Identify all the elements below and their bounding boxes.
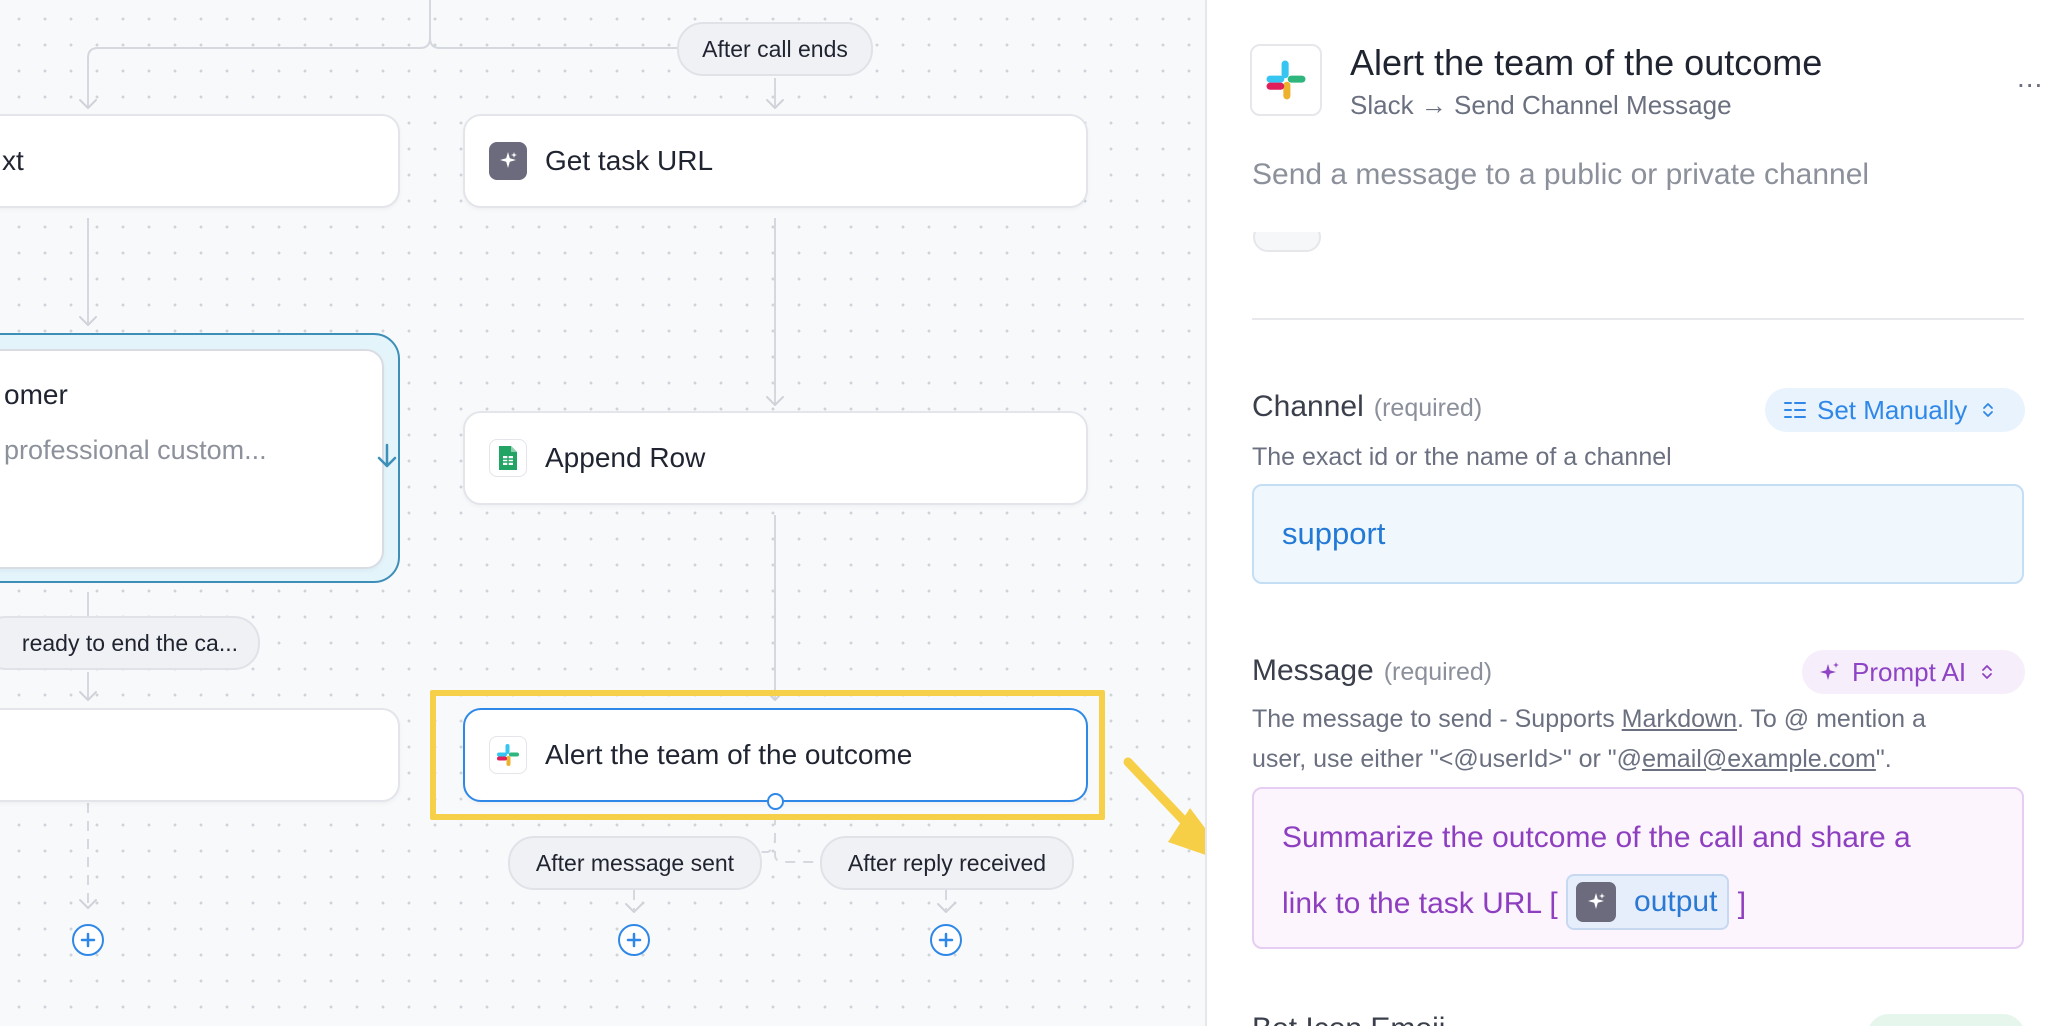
add-step-button[interactable]: [72, 924, 104, 956]
toggle-switch[interactable]: [1253, 232, 1321, 252]
pill-text: After reply received: [847, 849, 1047, 876]
sparkle-icon: [1820, 662, 1839, 680]
node-left-top[interactable]: xt: [0, 114, 400, 208]
node-customer-loop-container[interactable]: omer professional custom...: [0, 333, 400, 583]
loop-arrow-icon: [374, 441, 400, 476]
email-example-link[interactable]: email@example.com: [1642, 745, 1876, 773]
node-title: omer: [4, 379, 68, 410]
help-text: ".: [1875, 745, 1892, 773]
divider: [1252, 318, 2024, 320]
message-input[interactable]: Summarize the outcome of the call and sh…: [1252, 787, 2024, 949]
step-config-panel: Alert the team of the outcome Slack → Se…: [1205, 0, 2062, 1026]
message-text-line: link to the task URL [: [1282, 887, 1558, 920]
node-left-bottom[interactable]: [0, 708, 400, 802]
callout-arrow: [1123, 757, 1205, 855]
slack-icon: [1266, 60, 1306, 100]
plus-icon: [626, 932, 642, 948]
channel-mode-select[interactable]: Set Manually: [1765, 388, 2025, 432]
channel-required: (required): [1373, 394, 1483, 422]
channel-label: Channel: [1252, 390, 1364, 423]
output-handle[interactable]: [767, 793, 784, 810]
list-icon: [1784, 402, 1806, 418]
branch-label-after-call-ends[interactable]: After call ends: [677, 22, 873, 76]
variable-token[interactable]: output: [1566, 874, 1730, 931]
app-logo: [1250, 44, 1322, 116]
channel-value: support: [1282, 516, 1386, 551]
message-mode-label: Prompt AI: [1852, 656, 1967, 687]
branch-label-after-reply-received[interactable]: After reply received: [820, 836, 1074, 890]
panel-subtitle: Slack → Send Channel Message: [1350, 90, 1732, 120]
add-step-button[interactable]: [618, 924, 650, 956]
markdown-link[interactable]: Markdown: [1622, 705, 1737, 733]
branch-label-after-message-sent[interactable]: After message sent: [508, 836, 762, 890]
message-text-close: ]: [1737, 887, 1747, 920]
node-customer[interactable]: omer professional custom...: [0, 349, 384, 569]
add-step-button[interactable]: [930, 924, 962, 956]
google-sheets-icon: [489, 439, 527, 477]
more-options-button[interactable]: ...: [2017, 62, 2043, 94]
panel-description: Send a message to a public or private ch…: [1252, 158, 1870, 191]
bot-icon-emoji-label: Bot Icon Emoji: [1252, 1012, 1445, 1026]
node-append-row[interactable]: Append Row: [463, 411, 1088, 505]
channel-help: The exact id or the name of a channel: [1252, 443, 1672, 471]
pill-text: After message sent: [535, 849, 735, 876]
channel-input[interactable]: support: [1252, 484, 2024, 584]
message-label: Message: [1252, 654, 1374, 687]
message-label-row: Message (required): [1252, 654, 1492, 688]
panel-title: Alert the team of the outcome: [1350, 42, 1823, 83]
chevron-updown-icon: [1982, 665, 1993, 679]
node-title: Append Row: [545, 442, 706, 473]
token-label: output: [1634, 885, 1718, 919]
node-alert-team[interactable]: Alert the team of the outcome: [463, 708, 1088, 810]
sparkle-icon: [1576, 882, 1617, 923]
message-mode-select[interactable]: Prompt AI: [1802, 650, 2025, 694]
message-help: The message to send - Supports Markdown.…: [1252, 699, 2032, 779]
help-text: . To @ mention a: [1736, 705, 1926, 733]
help-text: user, use either "<@userId>" or "@: [1252, 745, 1643, 773]
node-title: xt: [2, 145, 24, 176]
message-required: (required): [1383, 658, 1493, 686]
node-description: professional custom...: [4, 435, 267, 465]
node-title: Get task URL: [545, 145, 714, 176]
node-get-task-url[interactable]: Get task URL: [463, 114, 1088, 208]
help-text: The message to send - Supports: [1252, 705, 1622, 733]
message-text-line: Summarize the outcome of the call and sh…: [1282, 821, 1911, 854]
pill-text: ready to end the ca...: [21, 629, 238, 656]
channel-mode-label: Set Manually: [1817, 394, 1968, 425]
pill-text: After call ends: [702, 35, 848, 62]
slack-icon: [489, 736, 527, 774]
channel-label-row: Channel (required): [1252, 390, 1482, 424]
plus-icon: [938, 932, 954, 948]
next-field-mode-select[interactable]: [1867, 1014, 2025, 1026]
plus-icon: [80, 932, 96, 948]
sparkle-icon: [489, 142, 527, 180]
chevron-updown-icon: [1983, 403, 1994, 417]
node-title: Alert the team of the outcome: [545, 739, 913, 770]
branch-label-ready-to-end[interactable]: ready to end the ca...: [0, 616, 260, 670]
workflow-canvas[interactable]: After call ends xt Get task URL omer pro…: [0, 0, 1205, 1026]
